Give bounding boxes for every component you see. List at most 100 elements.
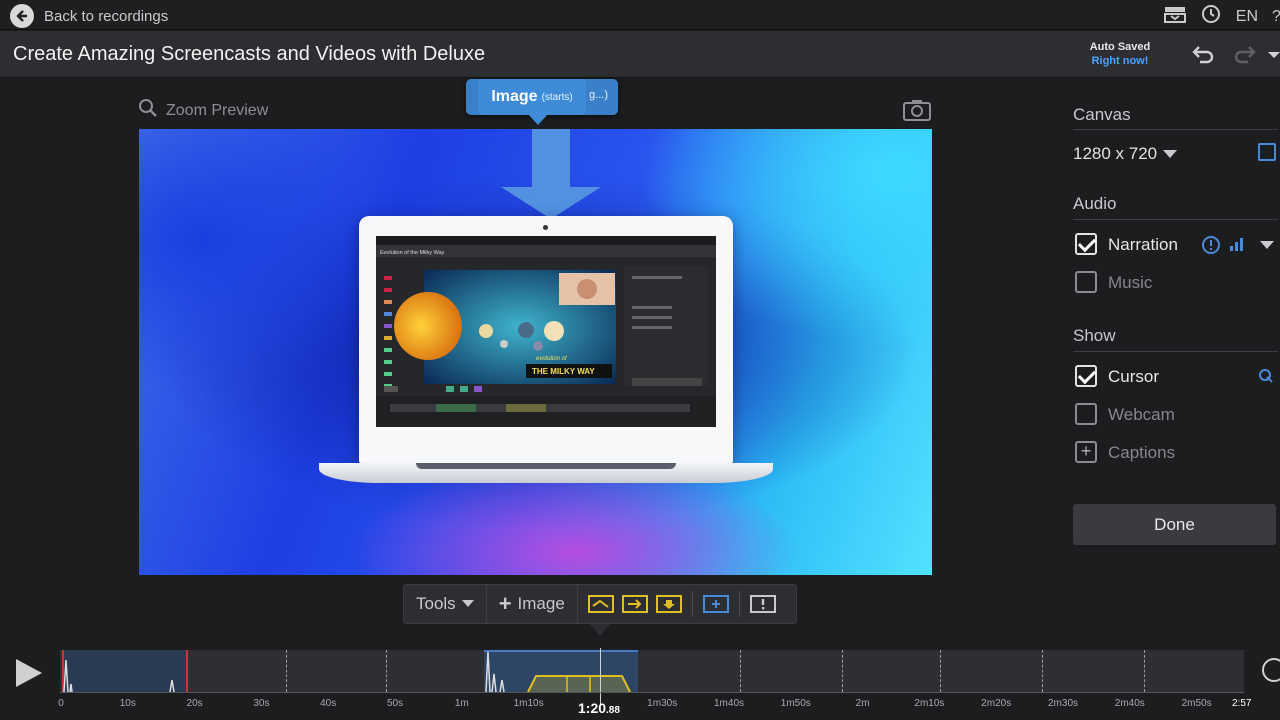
current-time-fraction: .88 [606, 705, 620, 716]
settings-panel: Canvas 1280 x 720 Audio Narration Music … [1062, 80, 1280, 640]
chevron-down-icon[interactable] [1268, 47, 1280, 65]
time-tick-label: 2m50s [1181, 698, 1212, 709]
chevron-down-icon [461, 600, 474, 607]
inner-screenshot: Evolution of the Milky Way evolution of … [376, 236, 716, 427]
inner-banner-line1: evolution of [536, 356, 568, 362]
time-tick-label: 2m30s [1047, 698, 1079, 709]
chevron-down-icon[interactable] [1260, 241, 1274, 249]
search-icon [138, 98, 158, 123]
marker [1042, 650, 1043, 692]
alert-icon[interactable] [749, 594, 776, 614]
laptop-screen: Evolution of the Milky Way evolution of … [376, 236, 716, 427]
webcam-checkbox[interactable] [1075, 403, 1097, 425]
video-preview[interactable]: Evolution of the Milky Way evolution of … [139, 129, 932, 575]
tools-bar: Tools + Image [403, 584, 797, 624]
canvas-toggle-checkbox[interactable] [1258, 143, 1276, 161]
tools-label: Tools [416, 594, 456, 613]
music-label: Music [1108, 273, 1153, 292]
music-checkbox[interactable] [1075, 271, 1097, 293]
time-tick-label: 1m50s [780, 698, 811, 709]
narration-label: Narration [1108, 235, 1178, 254]
time-tick-label: 40s [320, 698, 337, 709]
tools-pointer [590, 624, 610, 636]
audio-level-icon[interactable] [1229, 237, 1245, 251]
divider [1073, 219, 1278, 220]
marker [842, 650, 843, 692]
add-image-label: Image [517, 594, 565, 613]
time-tick-label: 2m [855, 698, 870, 709]
marker [286, 650, 287, 692]
time-tick-label: 50s [386, 698, 404, 709]
divider [1073, 129, 1278, 130]
zoom-preview-button[interactable]: Zoom Preview [138, 98, 268, 123]
time-tick-label: 2m10s [914, 698, 945, 709]
webcam-label: Webcam [1108, 405, 1175, 424]
captions-label[interactable]: Captions [1108, 443, 1175, 463]
marker [386, 650, 387, 692]
audio-heading: Audio [1073, 194, 1117, 213]
end-time: 2:57 [1232, 698, 1252, 709]
project-title[interactable]: Create Amazing Screencasts and Videos wi… [13, 43, 485, 66]
info-icon[interactable] [1201, 235, 1221, 255]
playhead[interactable] [600, 648, 601, 704]
time-axis [60, 692, 1244, 693]
timeline[interactable]: 0 10s 20s 30s 40s 50s 1m 1m10s 1m30s 1m40s 1m50s 2m… [0, 640, 1280, 720]
add-image-button[interactable]: + Image [487, 584, 578, 624]
time-tick-label: 1m30s [647, 698, 678, 709]
undo-icon[interactable] [1190, 42, 1216, 66]
divider [691, 591, 693, 617]
laptop-lid: Evolution of the Milky Way evolution of … [359, 216, 733, 463]
zoom-preview-label: Zoom Preview [166, 101, 269, 119]
chevron-down-icon [1163, 150, 1178, 158]
marker [1144, 650, 1145, 692]
resolution-dropdown[interactable]: 1280 x 720 [1073, 144, 1178, 164]
autosave-status: Auto Saved Right now! [1064, 40, 1176, 68]
play-icon[interactable] [16, 659, 42, 687]
narration-checkbox[interactable] [1075, 233, 1097, 255]
back-arrow-icon [10, 4, 34, 28]
camera-icon[interactable] [902, 98, 932, 122]
time-tick-label: 10s [119, 698, 136, 709]
history-icon[interactable] [1200, 3, 1222, 30]
divider [738, 591, 740, 617]
loading-icon [1262, 658, 1280, 682]
tooltip-title: Image [491, 88, 538, 105]
time-tick-label: 1m40s [713, 698, 745, 709]
done-button[interactable]: Done [1073, 504, 1276, 545]
image-tooltip[interactable]: Image (starts) [478, 79, 586, 115]
add-overlay-icon[interactable] [702, 594, 729, 614]
canvas-heading: Canvas [1073, 105, 1131, 124]
resolution-value: 1280 x 720 [1073, 144, 1158, 163]
arrow-down-icon[interactable] [655, 594, 682, 614]
tooltip-subtitle: (starts) [541, 91, 573, 103]
top-icons: EN ? [1163, 3, 1280, 30]
top-bar: Back to recordings EN ? [0, 0, 1280, 30]
redo-icon[interactable] [1232, 42, 1258, 66]
cursor-label: Cursor [1108, 367, 1160, 386]
transition-in-icon[interactable] [587, 594, 614, 614]
show-heading: Show [1073, 326, 1116, 345]
current-time: 1:20.88 [578, 700, 620, 716]
current-time-main: 1:20 [578, 700, 607, 716]
cursor-settings-icon[interactable] [1258, 368, 1274, 384]
tooltip-pointer [528, 114, 548, 125]
autosave-time: Right now! [1091, 55, 1149, 67]
back-to-recordings-button[interactable]: Back to recordings [10, 4, 168, 28]
inner-title: Evolution of the Milky Way [380, 250, 445, 256]
time-tick-label: 20s [186, 698, 203, 709]
help-icon[interactable]: ? [1272, 8, 1280, 26]
time-tick-label: 2m20s [981, 698, 1012, 709]
add-captions-icon[interactable]: + [1075, 441, 1097, 463]
cursor-checkbox[interactable] [1075, 365, 1097, 387]
time-tick-label: 1m10s [513, 698, 544, 709]
inbox-icon[interactable] [1163, 4, 1186, 29]
time-tick-label: 1m [454, 698, 469, 709]
audio-waveform [63, 651, 631, 692]
language-selector[interactable]: EN [1236, 8, 1258, 26]
title-bar: Create Amazing Screencasts and Videos wi… [0, 31, 1280, 78]
marker [940, 650, 941, 692]
tools-dropdown[interactable]: Tools [404, 584, 487, 624]
arrow-right-icon[interactable] [621, 594, 648, 614]
time-tick-label: 30s [253, 698, 270, 709]
plus-icon: + [498, 591, 512, 616]
